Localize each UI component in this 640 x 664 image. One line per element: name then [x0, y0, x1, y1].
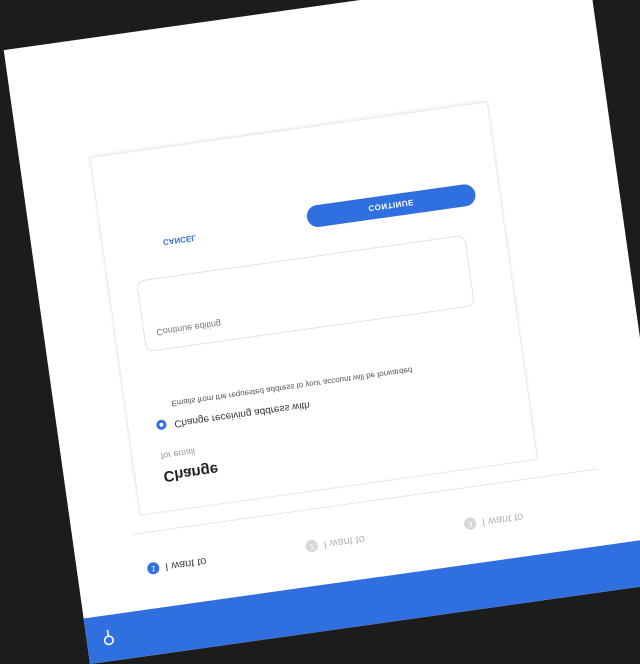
message-textarea[interactable]: Continue editing [136, 234, 475, 353]
textarea-placeholder: Continue editing [155, 318, 222, 338]
card-title: Change [162, 460, 220, 485]
step-2[interactable]: 2 I want to [304, 527, 366, 559]
step-1-label: I want to [164, 554, 208, 573]
radio-option[interactable]: Change receiving address with Emails fro… [153, 363, 432, 431]
step-3-number: 3 [463, 516, 477, 531]
step-1[interactable]: 1 I want to [146, 549, 208, 581]
search-icon[interactable]: ⚲ [97, 627, 120, 650]
continue-button[interactable]: CONTINUE [305, 182, 477, 229]
step-2-label: I want to [322, 532, 366, 551]
step-2-number: 2 [304, 539, 319, 553]
app-view: ⚲ 1 I want to 2 I want to 3 I want to Ch… [4, 0, 640, 664]
step-3-label: I want to [481, 510, 525, 529]
step-3[interactable]: 3 I want to [463, 504, 525, 536]
form-card: Change for email Change receiving addres… [89, 101, 538, 516]
screen: ⚲ 1 I want to 2 I want to 3 I want to Ch… [3, 0, 640, 664]
step-1-number: 1 [146, 561, 161, 576]
cancel-button[interactable]: CANCEL [162, 233, 196, 247]
card-subtitle: for email [160, 446, 196, 462]
radio-button[interactable] [155, 419, 168, 431]
